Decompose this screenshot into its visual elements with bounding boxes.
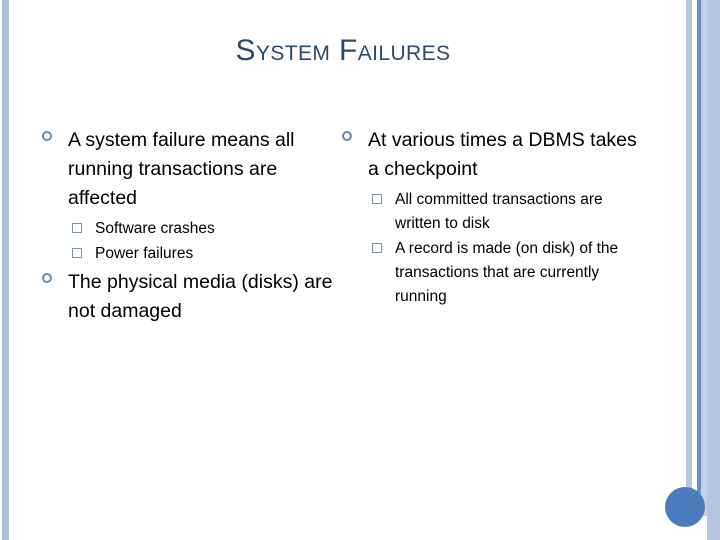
list-item-text: A system failure means all running trans… [68,129,295,209]
hollow-square-bullet-icon [372,243,382,253]
list-item: Power failures [68,242,338,266]
list-item-text: The physical media (disks) are not damag… [68,271,333,322]
list-item: Software crashes [68,217,338,241]
hollow-circle-bullet-icon [42,131,52,141]
list-item: All committed transactions are written t… [368,188,638,236]
bullet-list-level2: All committed transactions are written t… [368,188,638,309]
bullet-list-level2: Software crashes Power failures [68,217,338,266]
hollow-square-bullet-icon [72,248,82,258]
list-item-text: Software crashes [95,220,215,237]
hollow-square-bullet-icon [372,194,382,204]
list-item: A system failure means all running trans… [38,126,338,266]
slide: System Failures A system failure means a… [0,0,720,540]
right-column: At various times a DBMS takes a checkpoi… [338,126,638,311]
list-item-text: At various times a DBMS takes a checkpoi… [368,129,637,180]
slide-body: A system failure means all running trans… [0,126,686,426]
list-item-text: All committed transactions are written t… [395,191,603,232]
list-item: At various times a DBMS takes a checkpoi… [338,126,638,309]
list-item-text: Power failures [95,245,194,262]
list-item-text: A record is made (on disk) of the transa… [395,240,619,305]
bullet-list-level1: A system failure means all running trans… [38,126,338,326]
list-item: A record is made (on disk) of the transa… [368,237,638,309]
hollow-circle-bullet-icon [42,273,52,283]
hollow-square-bullet-icon [72,223,82,233]
right-stripe-wide [707,0,720,540]
bullet-list-level1: At various times a DBMS takes a checkpoi… [338,126,638,309]
right-stripe-light-outer [686,0,692,516]
hollow-circle-bullet-icon [342,131,352,141]
corner-circle-decoration [665,487,705,527]
slide-title: System Failures [235,34,451,67]
left-column: A system failure means all running trans… [38,126,338,328]
list-item: The physical media (disks) are not damag… [38,268,338,326]
